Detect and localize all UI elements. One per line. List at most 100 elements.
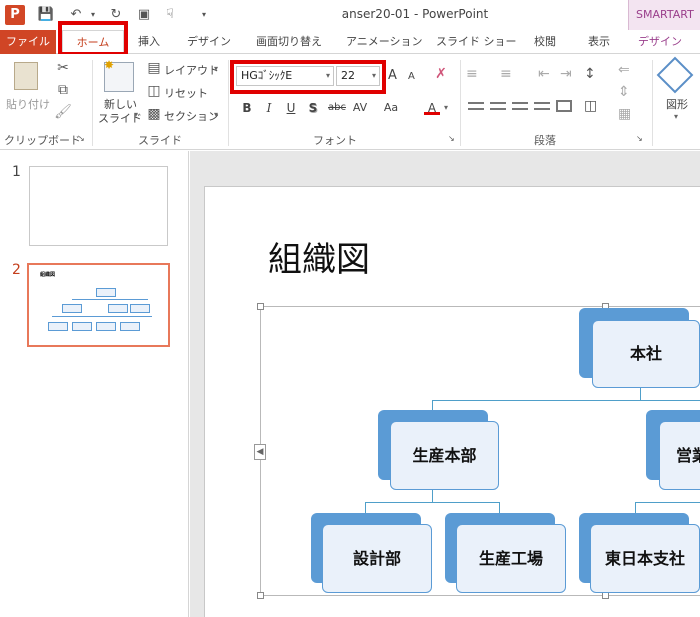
separator [228, 60, 229, 146]
org-node-east-japan-branch[interactable]: 東日本支社 [590, 524, 700, 593]
align-left-icon[interactable] [468, 102, 484, 110]
tab-animations[interactable]: アニメーション [346, 30, 423, 54]
text-direction-icon[interactable]: ⇐ [618, 62, 630, 78]
resize-handle[interactable] [257, 592, 264, 599]
change-case-button[interactable]: Aa [380, 99, 402, 117]
org-node-production-hq[interactable]: 生産本部 [390, 421, 499, 490]
font-controls-highlight [230, 60, 386, 94]
decrease-indent-icon[interactable]: ⇤ [538, 66, 550, 82]
justify-icon[interactable] [534, 102, 550, 110]
home-tab-highlight [58, 21, 128, 56]
reset-button[interactable]: リセット [164, 85, 208, 101]
separator [92, 60, 93, 146]
shadow-button[interactable]: S [304, 99, 322, 117]
increase-indent-icon[interactable]: ⇥ [560, 66, 572, 82]
line-spacing-icon[interactable]: ↕ [584, 66, 596, 82]
tab-transitions[interactable]: 画面切り替え [252, 30, 326, 54]
layout-button[interactable]: レイアウト [164, 62, 219, 78]
powerpoint-app-icon[interactable]: P [5, 5, 25, 25]
strikethrough-button[interactable]: abc [326, 99, 348, 117]
slideshow-start-icon[interactable]: ▣ [134, 6, 154, 24]
thumbnail-node [120, 322, 140, 331]
tab-review[interactable]: 校閲 [528, 30, 562, 54]
bullets-icon[interactable]: ≡ [466, 66, 478, 82]
numbering-icon[interactable]: ≡ [500, 66, 512, 82]
connector-line [635, 502, 700, 503]
underline-button[interactable]: U [282, 99, 300, 117]
align-right-icon[interactable] [512, 102, 528, 110]
columns-icon[interactable]: ◫ [584, 98, 597, 114]
touch-mode-icon[interactable]: ☟ [160, 6, 180, 24]
reset-icon[interactable]: ◫ [146, 83, 162, 99]
window-title: anser20-01 - PowerPoint [341, 7, 489, 21]
layout-dropdown-icon[interactable]: ▾ [214, 64, 218, 73]
layout-icon[interactable]: ▤ [146, 60, 162, 76]
grow-font-button[interactable]: A [388, 68, 397, 83]
tab-smartart-design[interactable]: デザイン [634, 30, 686, 54]
thumbnail-node [96, 322, 116, 331]
paste-icon[interactable] [14, 62, 38, 90]
org-node-design-dept[interactable]: 設計部 [322, 524, 432, 593]
new-slide-star-icon: ✸ [104, 58, 115, 72]
clipboard-launcher-icon[interactable]: ↘ [78, 134, 85, 143]
font-group-label: フォント [313, 134, 357, 147]
section-icon[interactable]: ▩ [146, 106, 162, 122]
section-dropdown-icon[interactable]: ▾ [214, 110, 218, 119]
section-button[interactable]: セクション [164, 108, 219, 124]
connector-line [432, 400, 700, 401]
bold-button[interactable]: B [238, 99, 256, 117]
shrink-font-button[interactable]: A [408, 71, 415, 82]
org-node-root[interactable]: 本社 [592, 320, 700, 388]
clipboard-group-label: クリップボード [4, 134, 81, 147]
align-text-icon[interactable]: ⇕ [618, 84, 630, 100]
slide-number-1: 1 [12, 164, 21, 180]
connector-line [365, 502, 499, 503]
thumbnail-node [62, 304, 82, 313]
shapes-dropdown-icon[interactable]: ▾ [674, 112, 678, 121]
character-spacing-button[interactable]: AV [350, 99, 370, 117]
connector-line [432, 490, 433, 502]
font-launcher-icon[interactable]: ↘ [448, 134, 455, 143]
thumbnail-node [72, 322, 92, 331]
new-slide-dropdown-icon[interactable]: ▾ [134, 110, 138, 119]
thumbnail-connector [52, 316, 152, 317]
distributed-icon[interactable] [556, 100, 572, 112]
tab-view[interactable]: 表示 [582, 30, 616, 54]
org-node-factory[interactable]: 生産工場 [456, 524, 566, 593]
customize-qat-icon[interactable]: ▾ [198, 6, 210, 24]
thumbnail-node [108, 304, 128, 313]
resize-handle[interactable] [257, 303, 264, 310]
tab-insert[interactable]: 挿入 [132, 30, 166, 54]
convert-to-smartart-icon[interactable]: ▦ [618, 106, 631, 122]
separator [652, 60, 653, 146]
text-pane-toggle-icon[interactable]: ◀ [254, 444, 266, 460]
clear-formatting-icon[interactable]: ✗ [432, 66, 450, 82]
paragraph-group-label: 段落 [534, 134, 556, 147]
resize-handle[interactable] [602, 592, 609, 599]
slide-title[interactable]: 組織図 [268, 232, 370, 281]
thumbnail-title: 組織図 [40, 272, 56, 278]
save-icon[interactable]: 💾 [36, 6, 56, 24]
tab-file[interactable]: ファイル [0, 30, 56, 54]
paste-button[interactable]: 貼り付け [6, 96, 50, 112]
copy-icon[interactable]: ⧉ [54, 82, 72, 98]
tab-slideshow[interactable]: スライド ショー [436, 30, 517, 54]
cut-icon[interactable]: ✂ [54, 60, 72, 76]
shapes-button[interactable]: 図形 [666, 96, 688, 112]
paragraph-launcher-icon[interactable]: ↘ [636, 134, 643, 143]
slides-group-label: スライド [138, 134, 182, 147]
contextual-tab-label: SMARTART [636, 8, 694, 21]
thumbnail-connector [72, 299, 148, 300]
separator [460, 60, 461, 146]
slide-thumbnail-1[interactable] [29, 166, 168, 246]
connector-line [640, 388, 641, 400]
thumbnail-node [130, 304, 150, 313]
font-color-dropdown-icon[interactable]: ▾ [444, 103, 448, 112]
org-node-sales[interactable]: 営業 [659, 421, 700, 490]
tab-design[interactable]: デザイン [184, 30, 234, 54]
format-painter-icon[interactable]: 🖌 [54, 104, 72, 120]
italic-button[interactable]: I [260, 99, 278, 117]
thumbnail-node [48, 322, 68, 331]
font-color-button[interactable]: A [424, 99, 440, 115]
align-center-icon[interactable] [490, 102, 506, 110]
